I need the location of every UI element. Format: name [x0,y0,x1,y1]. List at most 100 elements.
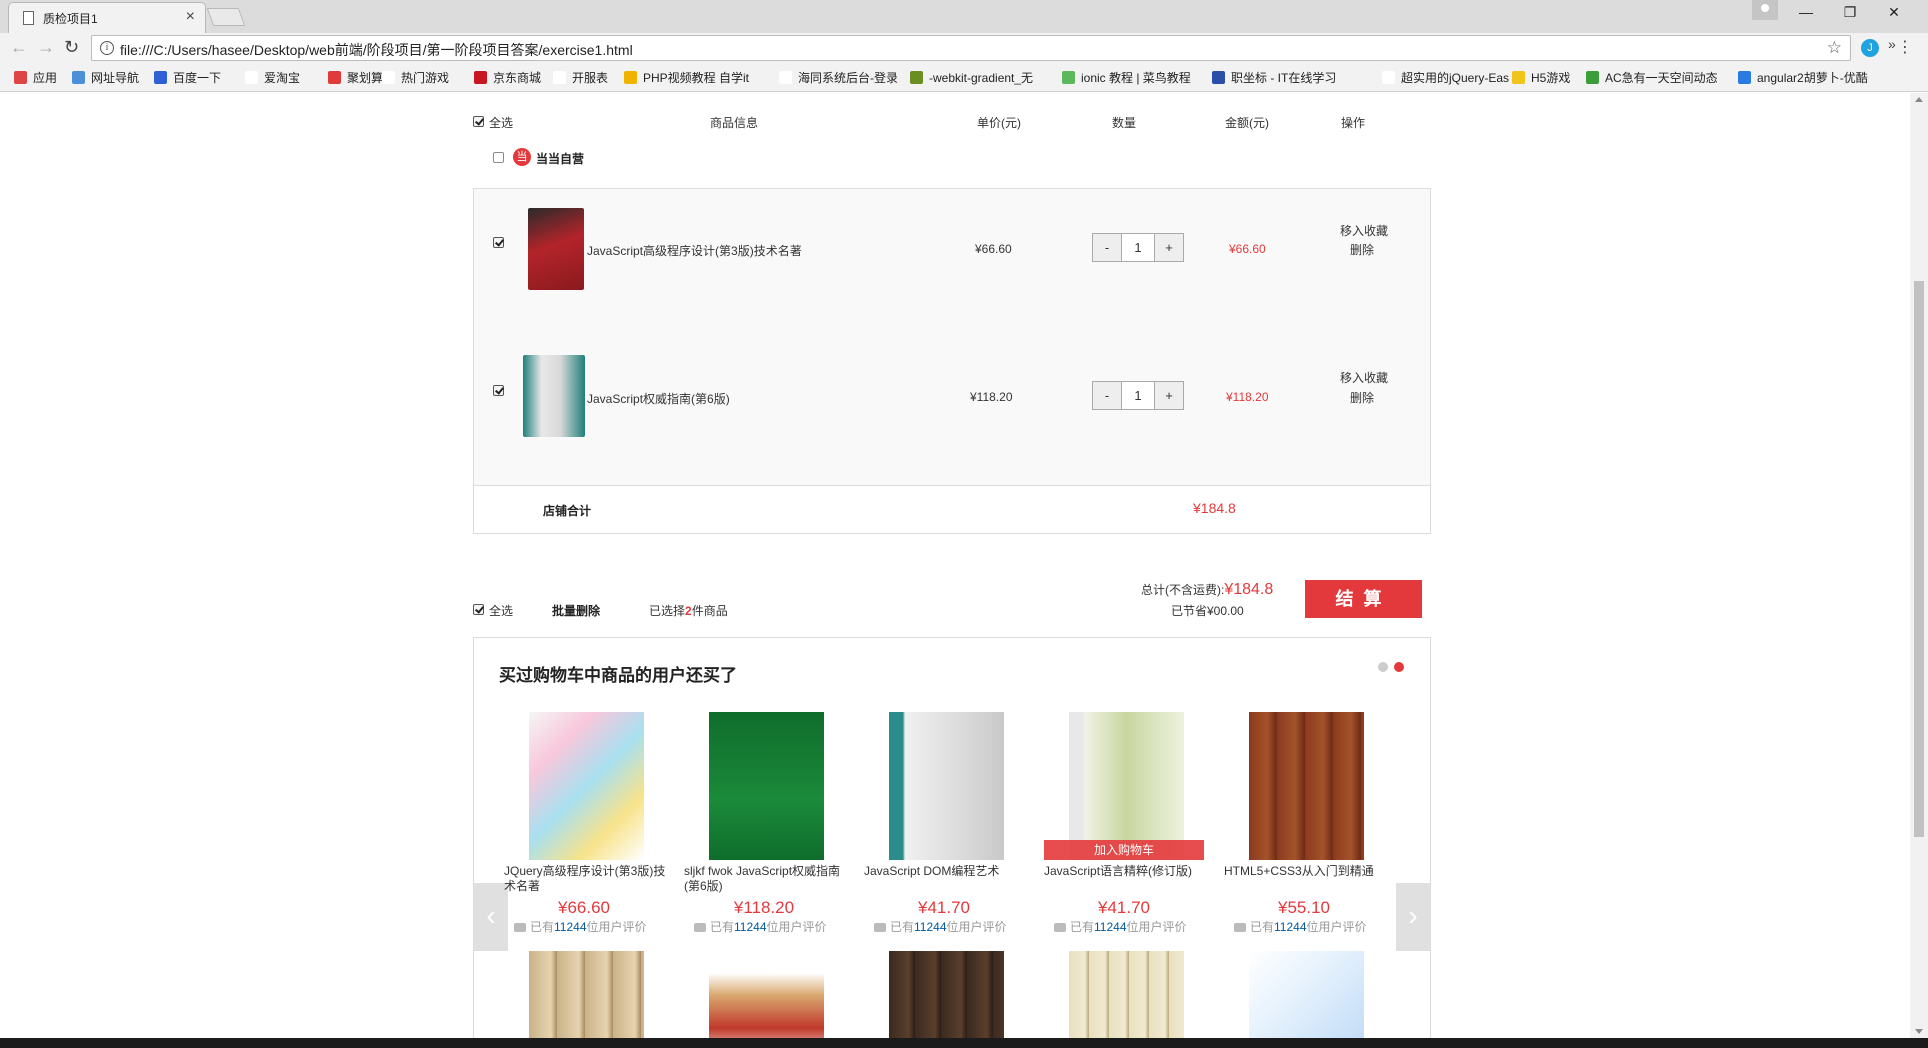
carousel-dot-active[interactable] [1394,662,1404,672]
page-scrollbar[interactable] [1910,93,1928,1038]
recommend-cover[interactable] [1069,712,1184,860]
recommend-item[interactable]: 加入购物车 JavaScript语言精粹(修订版) ¥41.70 已有11244… [1044,712,1204,947]
recommend-item[interactable]: HTML5+CSS3从入门到精通 ¥55.10 已有11244位用户评价 [1224,712,1374,947]
bookmark-item[interactable]: PHP视频教程 自学it [624,69,749,86]
forward-button[interactable]: → [37,37,55,58]
bookmark-item[interactable]: 超实用的jQuery-Eas [1382,69,1509,86]
scroll-up-icon[interactable] [1915,97,1923,102]
tab-close-button[interactable]: × [186,8,195,26]
recommend-item[interactable]: sljkf fwok JavaScript权威指南(第6版) ¥118.20 已… [684,712,840,947]
item-checkbox[interactable] [493,237,504,248]
carousel-next-button[interactable]: › [1396,883,1430,951]
close-window-button[interactable]: ✕ [1872,4,1916,21]
delete-link[interactable]: 删除 [1350,389,1374,406]
selected-prefix: 已选择 [649,604,686,618]
recommend-name[interactable]: HTML5+CSS3从入门到精通 [1224,864,1389,879]
bookmark-item[interactable]: -webkit-gradient_无 [910,69,1033,86]
scroll-down-icon[interactable] [1915,1029,1923,1034]
checkout-button[interactable]: 结算 [1305,580,1422,618]
bookmark-item[interactable]: H5游戏 [1512,69,1570,86]
recommend-item[interactable]: JQuery高级程序设计(第3版)技术名著 ¥66.60 已有11244位用户评… [504,712,665,947]
review-count[interactable]: 11244 [1094,920,1126,934]
bookmark-item[interactable]: ionic 教程 | 菜鸟教程 [1062,69,1191,86]
cart-item-name[interactable]: JavaScript权威指南(第6版) [587,390,730,407]
qty-plus-button[interactable]: + [1154,382,1183,409]
review-count[interactable]: 11244 [554,920,586,934]
recommend-cover[interactable] [889,951,1004,1038]
recommend-name[interactable]: JavaScript DOM编程艺术 [864,864,1029,879]
add-to-cart-button[interactable]: 加入购物车 [1044,840,1204,860]
recommend-cover[interactable] [709,951,824,1038]
restore-button[interactable]: ❐ [1828,4,1872,21]
review-count[interactable]: 11244 [1274,920,1306,934]
recommend-review: 已有11244位用户评价 [514,918,647,935]
shop-logo-icon: 当 [513,148,531,166]
review-suffix: 位用户评价 [1306,920,1367,934]
move-to-favorite-link[interactable]: 移入收藏 [1340,222,1388,239]
bookmark-star-icon[interactable]: ☆ [1827,38,1842,58]
select-all-checkbox-top[interactable] [473,116,484,127]
bookmark-item[interactable]: angular2胡萝卜-优酷 [1738,69,1868,86]
url-text[interactable]: file:///C:/Users/hasee/Desktop/web前端/阶段项… [120,40,633,60]
recommend-name[interactable]: sljkf fwok JavaScript权威指南(第6版) [684,864,849,894]
move-to-favorite-link[interactable]: 移入收藏 [1340,369,1388,386]
bookmark-item[interactable]: 聚划算 [328,69,383,86]
review-count[interactable]: 11244 [914,920,946,934]
review-count[interactable]: 11244 [734,920,766,934]
bookmark-item[interactable]: 网址导航 [72,69,139,86]
recommend-name[interactable]: JavaScript语言精粹(修订版) [1044,864,1209,879]
recommend-review: 已有11244位用户评价 [1054,918,1187,935]
address-bar[interactable]: i file:///C:/Users/hasee/Desktop/web前端/阶… [91,35,1851,61]
reload-button[interactable]: ↻ [64,37,79,58]
recommend-name[interactable]: JQuery高级程序设计(第3版)技术名著 [504,864,669,894]
cart-item-cover[interactable] [528,208,584,290]
cart-item-name[interactable]: JavaScript高级程序设计(第3版)技术名著 [587,242,802,259]
bookmark-item[interactable]: 百度一下 [154,69,221,86]
bookmark-item[interactable]: 京东商城 [474,69,541,86]
recommend-cover[interactable] [1069,951,1184,1038]
bookmark-item[interactable]: 热门游戏 [382,69,449,86]
bookmark-item[interactable]: AC急有一天空间动态 [1586,69,1718,86]
delete-link[interactable]: 删除 [1350,241,1374,258]
cart-item-amount: ¥66.60 [1229,242,1266,256]
extension-icon[interactable]: J [1861,39,1879,57]
back-button[interactable]: ← [10,37,28,58]
bookmark-item[interactable]: 应用 [14,69,57,86]
carousel-prev-button[interactable]: ‹ [474,883,508,951]
shop-checkbox[interactable] [493,152,504,163]
bookmark-item[interactable]: 开服表 [553,69,608,86]
browser-tab[interactable]: 质检项目1 × [8,2,206,33]
recommend-item[interactable]: JavaScript DOM编程艺术 ¥41.70 已有11244位用户评价 [864,712,1014,947]
qty-input[interactable]: 1 [1122,382,1154,409]
recommend-cover[interactable] [1249,951,1364,1038]
recommend-cover[interactable] [1249,712,1364,860]
bookmark-item[interactable]: 职坐标 - IT在线学习 [1212,69,1336,86]
info-icon[interactable]: i [100,41,114,55]
minimize-button[interactable]: — [1784,4,1828,20]
scrollbar-thumb[interactable] [1914,281,1924,837]
bookmark-item[interactable]: 爱淘宝 [245,69,300,86]
col-amount: 金额(元) [1225,116,1269,130]
recommend-cover[interactable] [529,712,644,860]
qty-input[interactable]: 1 [1122,234,1154,261]
cart-item-cover[interactable] [523,355,585,437]
recommend-cover[interactable] [889,712,1004,860]
qty-minus-button[interactable]: - [1093,382,1122,409]
profile-icon[interactable] [1752,0,1778,20]
shop-name[interactable]: 当当自营 [536,150,584,167]
bookmarks-more-icon[interactable]: » [1888,36,1896,52]
bookmark-label: PHP视频教程 自学it [643,71,750,85]
new-tab-button[interactable] [206,8,246,26]
bookmark-icon [154,71,167,84]
recommend-cover[interactable] [529,951,644,1038]
bookmark-icon [14,71,27,84]
batch-delete-button[interactable]: 批量删除 [552,602,600,619]
select-all-checkbox-bottom[interactable] [473,604,484,615]
recommend-cover[interactable] [709,712,824,860]
carousel-dot[interactable] [1378,662,1388,672]
browser-menu-icon[interactable]: ⋮ [1897,37,1913,57]
bookmark-item[interactable]: 海同系统后台-登录 [779,69,898,86]
qty-plus-button[interactable]: + [1154,234,1183,261]
item-checkbox[interactable] [493,385,504,396]
qty-minus-button[interactable]: - [1093,234,1122,261]
